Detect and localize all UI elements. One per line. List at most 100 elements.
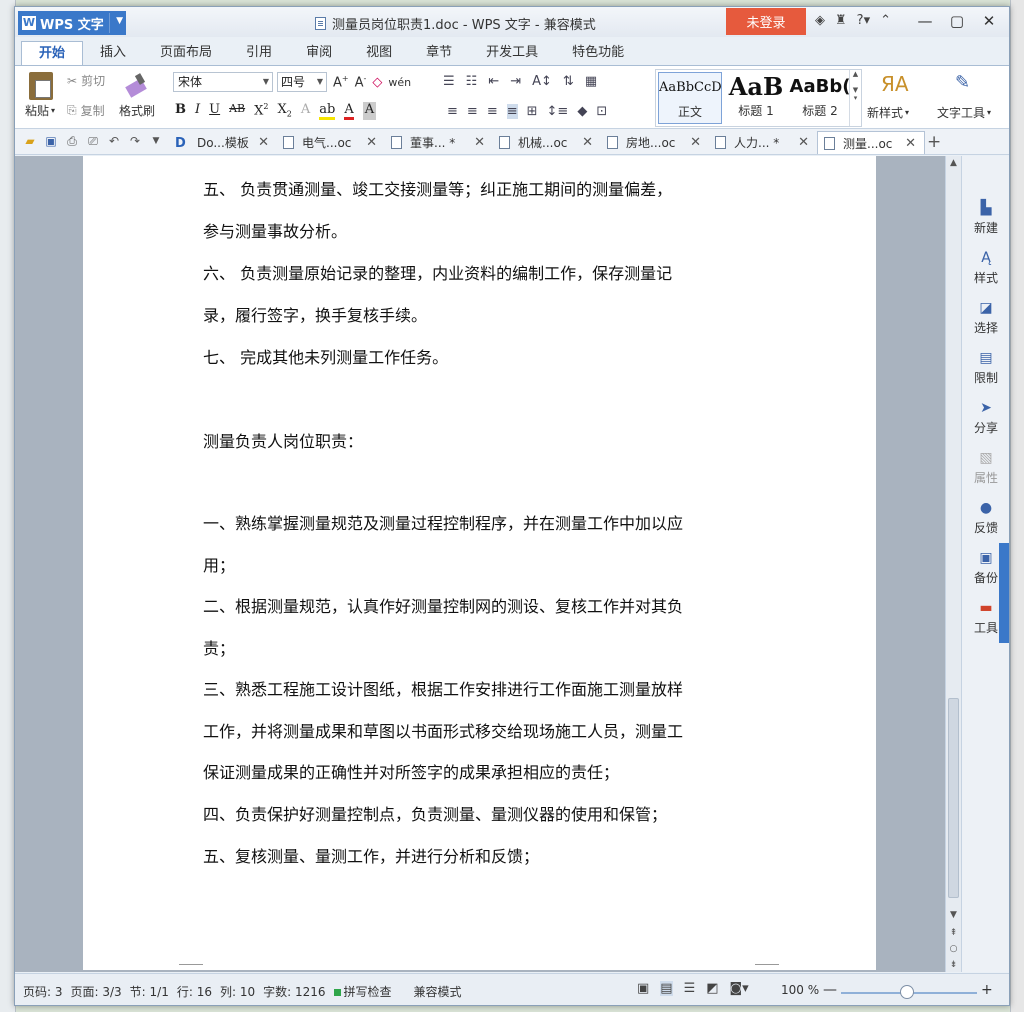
- close-tab-icon[interactable]: ✕: [905, 136, 916, 151]
- font-name-select[interactable]: 宋体 ▼: [173, 72, 273, 92]
- doc-tab[interactable]: 电气...oc ✕: [277, 131, 385, 154]
- spell-check-toggle[interactable]: 拼写检查: [333, 983, 400, 1000]
- doc-tab[interactable]: D Do...模板 ✕: [169, 131, 277, 154]
- new-tab-button[interactable]: +: [927, 132, 941, 152]
- print-icon[interactable]: ⎙: [65, 134, 79, 148]
- sidepanel-select[interactable]: ◪ 选择: [962, 300, 1010, 336]
- sort-icon[interactable]: ⇅: [563, 74, 574, 89]
- tab-review[interactable]: 审阅: [289, 41, 349, 65]
- redo-icon[interactable]: ↷: [128, 134, 142, 148]
- styles-scroll[interactable]: ▲ ▼ ▾: [849, 70, 861, 126]
- tab-references[interactable]: 引用: [229, 41, 289, 65]
- browse-object-icon[interactable]: ○: [946, 944, 961, 954]
- borders-icon[interactable]: ⊡: [596, 104, 607, 119]
- font-size-select[interactable]: 四号 ▼: [277, 72, 327, 92]
- close-tab-icon[interactable]: ✕: [258, 135, 269, 150]
- bullets-icon[interactable]: ☰: [443, 74, 455, 89]
- format-painter-button[interactable]: 格式刷: [119, 102, 155, 119]
- justify-icon[interactable]: ≡: [506, 104, 518, 119]
- prev-page-icon[interactable]: ⇞: [946, 928, 961, 938]
- tab-insert[interactable]: 插入: [83, 41, 143, 65]
- align-right-icon[interactable]: ≡: [487, 104, 498, 119]
- style-heading-1[interactable]: AaB 标题 1: [724, 72, 788, 124]
- highlight-icon[interactable]: ab: [319, 102, 336, 120]
- decrease-indent-icon[interactable]: ⇤: [488, 74, 499, 89]
- page-view-icon[interactable]: ▤: [660, 981, 673, 996]
- chinese-layout-icon[interactable]: A↕: [532, 74, 552, 89]
- superscript-icon[interactable]: X2: [254, 102, 268, 120]
- sidepanel-style[interactable]: Ą 样式: [962, 250, 1010, 286]
- numbering-icon[interactable]: ☷: [466, 74, 478, 89]
- shading-icon[interactable]: ◆: [577, 104, 587, 119]
- web-view-icon[interactable]: ◩: [706, 981, 718, 996]
- shirt-icon[interactable]: ♜: [835, 13, 847, 28]
- print-preview-icon[interactable]: ⎚: [86, 134, 100, 148]
- collapse-ribbon-icon[interactable]: ⌃: [880, 13, 891, 28]
- login-button[interactable]: 未登录: [726, 8, 806, 35]
- table-icon[interactable]: ▦: [585, 74, 597, 89]
- clear-format-icon[interactable]: ◇: [372, 75, 382, 90]
- scroll-down-arrow[interactable]: ▼: [946, 910, 961, 920]
- sidepanel-new[interactable]: ▙ 新建: [962, 200, 1010, 236]
- close-button[interactable]: ✕: [973, 10, 1005, 32]
- zoom-slider-knob[interactable]: [900, 985, 914, 999]
- sidepanel-restrict[interactable]: ▤ 限制: [962, 350, 1010, 386]
- close-tab-icon[interactable]: ✕: [474, 135, 485, 150]
- new-style-button[interactable]: 新样式 ▾: [867, 104, 909, 121]
- document-page[interactable]: 五、 负责贯通测量、竣工交接测量等；纠正施工期间的测量偏差， 参与测量事故分析。…: [83, 156, 876, 970]
- next-page-icon[interactable]: ⇟: [946, 960, 961, 970]
- style-normal[interactable]: AaBbCcD 正文: [658, 72, 722, 124]
- align-left-icon[interactable]: ≡: [447, 104, 458, 119]
- status-word-count[interactable]: 字数: 1216: [263, 983, 325, 1000]
- tab-developer[interactable]: 开发工具: [469, 41, 555, 65]
- paste-icon[interactable]: [29, 72, 53, 100]
- style-heading-2[interactable]: AaBb( 标题 2: [788, 72, 852, 124]
- help-button[interactable]: ?▾: [857, 13, 870, 28]
- paste-button[interactable]: 粘贴 ▾: [25, 102, 55, 119]
- save-icon[interactable]: ▣: [44, 134, 58, 148]
- zoom-level[interactable]: 100 %: [781, 983, 819, 997]
- close-tab-icon[interactable]: ✕: [366, 135, 377, 150]
- format-painter-icon[interactable]: [125, 72, 149, 98]
- zoom-in-button[interactable]: +: [981, 982, 993, 998]
- cut-button[interactable]: ✂ 剪切: [67, 72, 105, 89]
- tab-view[interactable]: 视图: [349, 41, 409, 65]
- status-pages[interactable]: 页面: 3/3: [71, 983, 122, 1000]
- text-tools-button[interactable]: 文字工具 ▾: [937, 104, 991, 121]
- tab-section[interactable]: 章节: [409, 41, 469, 65]
- scroll-up-arrow[interactable]: ▲: [946, 158, 961, 168]
- tab-home[interactable]: 开始: [21, 41, 84, 65]
- text-tools-icon[interactable]: ✎: [955, 72, 970, 93]
- customize-dropdown-icon[interactable]: ▼: [149, 134, 163, 148]
- distributed-icon[interactable]: ⊞: [527, 104, 538, 119]
- minimize-button[interactable]: —: [909, 10, 941, 32]
- char-shading-icon[interactable]: A: [362, 102, 377, 120]
- doc-tab[interactable]: 房地...oc ✕: [601, 131, 709, 154]
- phonetic-icon[interactable]: wén: [388, 76, 411, 89]
- zoom-out-button[interactable]: —: [823, 982, 837, 998]
- tab-special-features[interactable]: 特色功能: [555, 41, 641, 65]
- increase-indent-icon[interactable]: ⇥: [510, 74, 521, 89]
- align-center-icon[interactable]: ≡: [467, 104, 478, 119]
- tab-page-layout[interactable]: 页面布局: [143, 41, 229, 65]
- outline-view-icon[interactable]: ☰: [684, 981, 696, 996]
- italic-icon[interactable]: I: [195, 102, 200, 120]
- app-menu-button[interactable]: W WPS 文字 ▼: [18, 11, 126, 35]
- reading-view-icon[interactable]: ◙▾: [730, 981, 749, 996]
- chevron-down-icon[interactable]: ▼: [116, 16, 123, 26]
- close-tab-icon[interactable]: ✕: [690, 135, 701, 150]
- underline-icon[interactable]: U: [209, 102, 220, 120]
- strikethrough-icon[interactable]: AB: [229, 102, 245, 120]
- subscript-icon[interactable]: X2: [278, 102, 292, 120]
- full-screen-view-icon[interactable]: ▣: [637, 981, 649, 996]
- doc-tab[interactable]: 董事... * ✕: [385, 131, 493, 154]
- scroll-thumb[interactable]: [948, 698, 959, 898]
- close-tab-icon[interactable]: ✕: [798, 135, 809, 150]
- vertical-scrollbar[interactable]: ▲ ▼ ⇞ ○ ⇟: [945, 156, 961, 972]
- sidepanel-feedback[interactable]: ● 反馈: [962, 500, 1010, 536]
- copy-button[interactable]: ⎘ 复制: [67, 102, 105, 119]
- bold-icon[interactable]: B: [175, 102, 186, 120]
- sidepanel-share[interactable]: ➤ 分享: [962, 400, 1010, 436]
- open-folder-icon[interactable]: ▰: [23, 134, 37, 148]
- line-spacing-icon[interactable]: ↕≡: [547, 104, 569, 119]
